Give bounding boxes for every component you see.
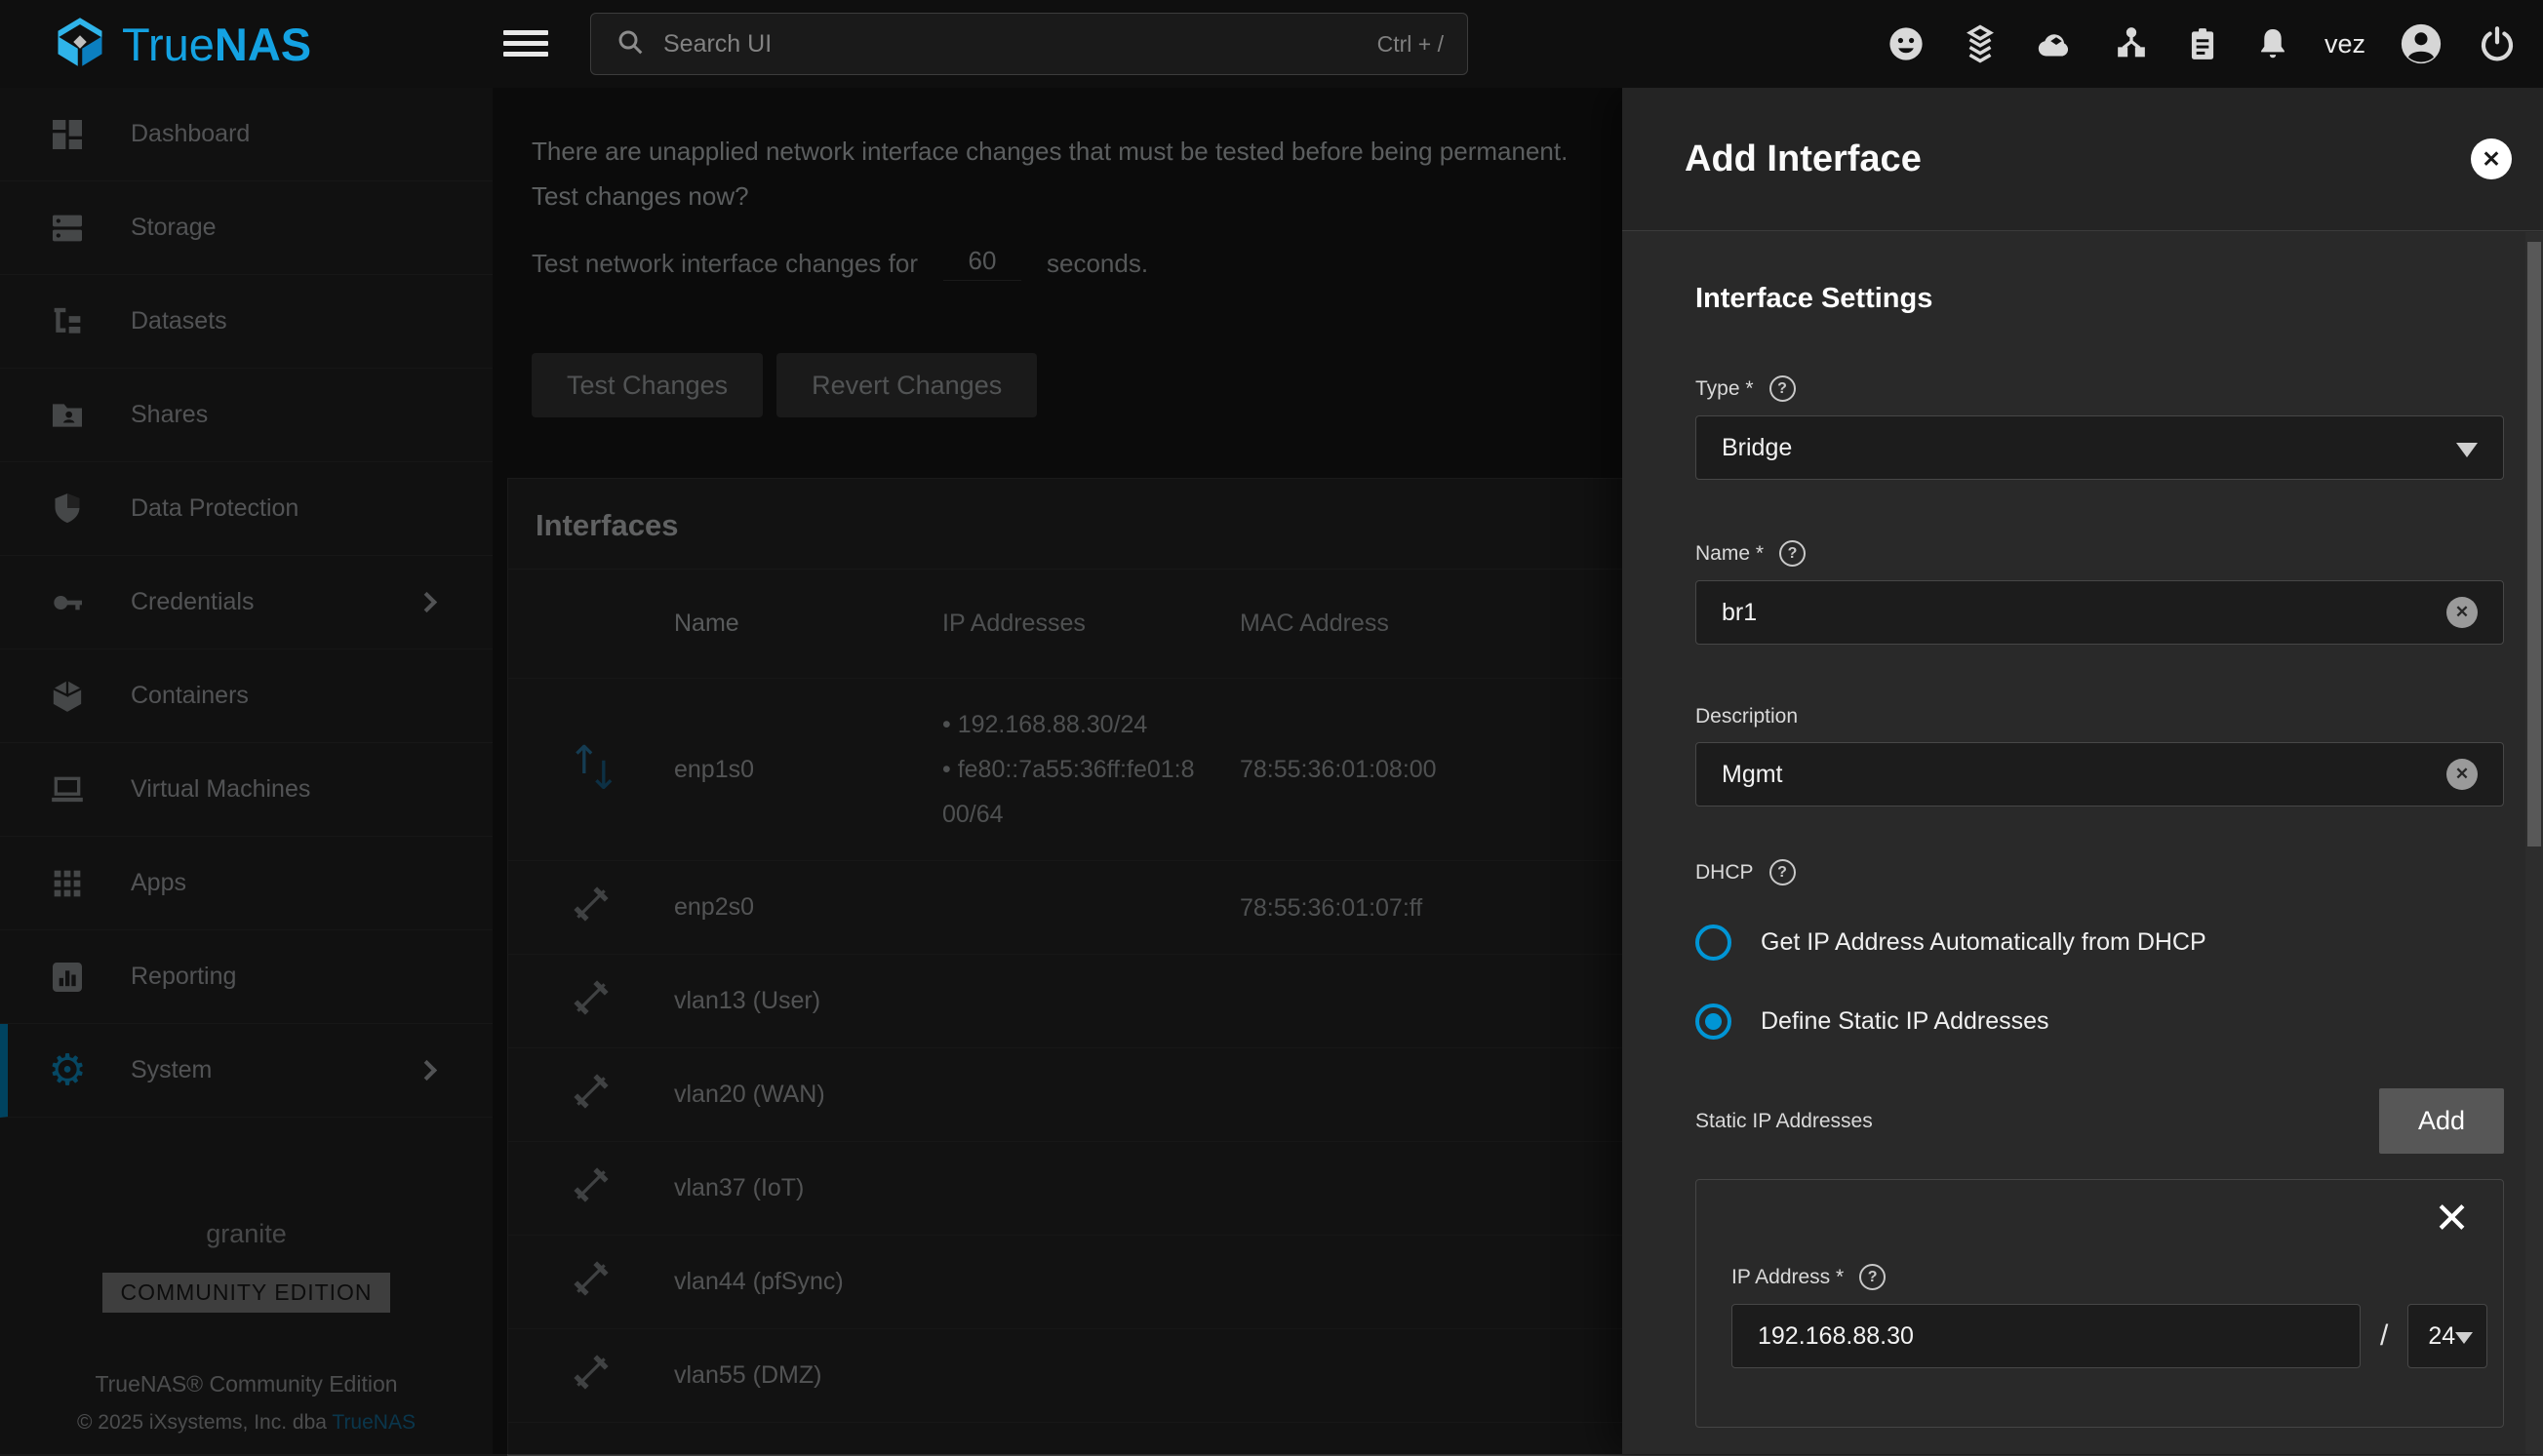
user-avatar-icon[interactable] xyxy=(2399,21,2444,66)
feedback-smiley-icon[interactable] xyxy=(1886,23,1927,64)
add-static-ip-button[interactable]: Add xyxy=(2379,1088,2504,1154)
panel-scrollbar[interactable] xyxy=(2525,232,2543,1454)
chevron-down-icon xyxy=(2455,1332,2473,1353)
topology-icon[interactable] xyxy=(2112,24,2151,63)
type-select[interactable]: Bridge xyxy=(1695,415,2504,480)
search-input[interactable] xyxy=(663,30,1360,59)
search-shortcut-hint: Ctrl + / xyxy=(1377,31,1444,58)
modal-backdrop[interactable] xyxy=(0,88,1622,1454)
clear-input-icon[interactable]: ✕ xyxy=(2446,597,2478,628)
cidr-separator: / xyxy=(2380,1319,2388,1353)
radio-static-option[interactable]: Define Static IP Addresses xyxy=(1695,1003,2504,1040)
static-ip-label: Static IP Addresses xyxy=(1695,1110,2379,1133)
help-icon[interactable]: ? xyxy=(1769,859,1796,885)
help-icon[interactable]: ? xyxy=(1859,1264,1886,1290)
truenas-logo[interactable]: TrueNAS xyxy=(54,0,311,88)
truenas-connect-cloud-icon[interactable] xyxy=(2034,21,2079,66)
radio-unselected-icon xyxy=(1695,925,1731,961)
top-icon-row: vez xyxy=(1886,0,2518,88)
name-input[interactable]: br1 ✕ xyxy=(1695,580,2504,645)
cidr-select[interactable]: 24 xyxy=(2407,1304,2487,1368)
ip-address-label: IP Address * xyxy=(1731,1266,1844,1289)
global-search[interactable]: Ctrl + / xyxy=(590,13,1468,75)
clear-input-icon[interactable]: ✕ xyxy=(2446,759,2478,790)
radio-selected-icon xyxy=(1695,1003,1731,1040)
ip-address-input[interactable]: 192.168.88.30 xyxy=(1731,1304,2361,1368)
help-icon[interactable]: ? xyxy=(1779,540,1806,567)
power-icon[interactable] xyxy=(2477,23,2518,64)
scrollbar-thumb[interactable] xyxy=(2527,242,2541,846)
dhcp-label: DHCP xyxy=(1695,861,1754,885)
logged-in-username: vez xyxy=(2324,29,2365,59)
panel-header: Add Interface ✕ xyxy=(1622,88,2543,231)
remove-entry-icon[interactable]: ✕ xyxy=(2434,1198,2470,1240)
truecommand-icon[interactable] xyxy=(1960,23,2001,64)
type-label: Type * xyxy=(1695,377,1754,401)
panel-body: Interface Settings Type * ? Bridge Name … xyxy=(1622,232,2525,1454)
truenas-logo-text: TrueNAS xyxy=(122,18,311,71)
notifications-bell-icon[interactable] xyxy=(2254,25,2291,62)
static-ip-entry-card: ✕ IP Address * ? 192.168.88.30 / 24 xyxy=(1695,1179,2504,1428)
name-label: Name * xyxy=(1695,542,1764,566)
top-bar: TrueNAS Ctrl + / vez xyxy=(0,0,2543,88)
panel-title: Add Interface xyxy=(1685,138,1922,180)
description-input[interactable]: Mgmt ✕ xyxy=(1695,742,2504,807)
sidebar-toggle-hamburger-icon[interactable] xyxy=(503,24,548,62)
close-icon[interactable]: ✕ xyxy=(2471,138,2512,179)
chevron-down-icon xyxy=(2456,443,2478,468)
radio-dhcp-option[interactable]: Get IP Address Automatically from DHCP xyxy=(1695,925,2504,961)
interface-settings-heading: Interface Settings xyxy=(1695,283,2504,315)
jobs-clipboard-icon[interactable] xyxy=(2184,25,2221,62)
truenas-logo-icon xyxy=(54,16,106,73)
help-icon[interactable]: ? xyxy=(1769,375,1796,402)
add-interface-panel: Add Interface ✕ Interface Settings Type … xyxy=(1622,88,2543,1454)
search-icon xyxy=(615,26,646,62)
description-label: Description xyxy=(1695,705,1798,728)
